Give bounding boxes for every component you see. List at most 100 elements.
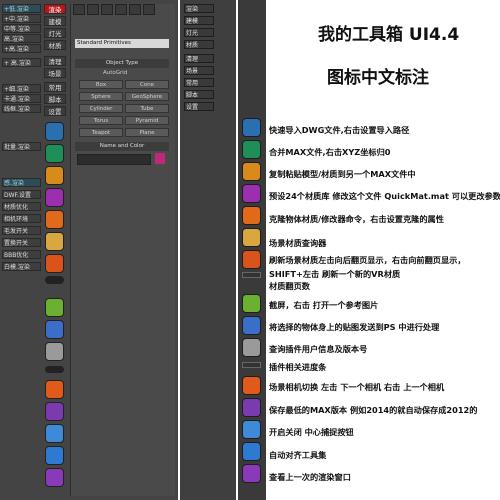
create-tab[interactable] <box>73 4 85 15</box>
center-snap-icon[interactable] <box>242 420 261 439</box>
preset-button[interactable]: 相机环境 <box>2 214 41 223</box>
motion-tab[interactable] <box>115 4 127 15</box>
clone-icon[interactable] <box>45 210 64 229</box>
desc-refresh-material: 刷新场景材质左击向后翻页显示，右击向前翻页显示， <box>269 255 466 265</box>
tab-light[interactable]: 灯光 <box>44 28 66 38</box>
save-version-icon[interactable] <box>242 398 261 417</box>
preset-button[interactable]: 材质优化 <box>2 202 41 211</box>
modify-tab[interactable] <box>87 4 99 15</box>
material-browser-icon[interactable] <box>242 228 261 247</box>
refresh-material-icon[interactable] <box>242 250 261 269</box>
preset-button[interactable]: 批量.渲染 <box>2 142 41 151</box>
page-count-field[interactable] <box>45 276 64 284</box>
display-tab[interactable] <box>129 4 141 15</box>
preset-button[interactable]: 感.渲染 <box>2 178 41 187</box>
geosphere-button[interactable]: GeoSphere <box>125 92 169 101</box>
cone-button[interactable]: Cone <box>125 80 169 89</box>
tab-script[interactable]: 脚本 <box>184 90 214 99</box>
send-to-ps-icon[interactable] <box>242 316 261 335</box>
preset-button[interactable]: + 高.渲染 <box>2 58 41 67</box>
preset-button[interactable]: 置换开关 <box>2 238 41 247</box>
plugin-info-icon[interactable] <box>45 342 64 361</box>
name-field[interactable] <box>77 154 151 165</box>
object-type-header[interactable]: Object Type <box>75 59 169 68</box>
preset-button[interactable]: 毛发开关 <box>2 226 41 235</box>
color-swatch[interactable] <box>155 153 165 164</box>
preset-button[interactable]: 卡通.渲染 <box>2 94 41 103</box>
render-window-icon[interactable] <box>242 464 261 483</box>
dwg-import-icon[interactable] <box>45 122 64 141</box>
preset-button[interactable]: 中等.渲染 <box>2 24 41 33</box>
save-version-icon[interactable] <box>45 402 64 421</box>
tab-clean[interactable]: 清理 <box>44 56 66 66</box>
tab-common[interactable]: 常用 <box>184 78 214 87</box>
align-icon[interactable] <box>45 446 64 465</box>
tab-scene[interactable]: 场景 <box>184 66 214 75</box>
preset-button[interactable]: BBB优化 <box>2 250 41 259</box>
utilities-tab[interactable] <box>143 4 155 15</box>
desc-screenshot: 截屏，右击 打开一个参考图片 <box>269 300 379 310</box>
copy-paste-icon[interactable] <box>45 166 64 185</box>
tab-script[interactable]: 脚本 <box>44 94 66 104</box>
primitive-type-dropdown[interactable]: Standard Primitives <box>75 39 169 48</box>
preset-button[interactable]: +低.渲染 <box>2 4 41 13</box>
clone-icon[interactable] <box>242 206 261 225</box>
tab-render[interactable]: 渲染 <box>44 4 66 14</box>
progress-bar <box>45 366 64 373</box>
page-title: 我的工具箱 UI4.4 <box>318 25 460 45</box>
box-button[interactable]: Box <box>79 80 123 89</box>
tab-material[interactable]: 材质 <box>184 40 214 49</box>
tab-model[interactable]: 建模 <box>184 16 214 25</box>
name-color-header[interactable]: Name and Color <box>75 142 169 151</box>
center-snap-icon[interactable] <box>45 424 64 443</box>
preset-button[interactable]: +高.渲染 <box>2 44 41 53</box>
autogrid-checkbox[interactable]: AutoGrid <box>103 70 127 76</box>
preset-button[interactable]: DWF.设置 <box>2 190 41 199</box>
render-presets-strip: +低.渲染 +中.渲染 中等.渲染 高.渲染 +高.渲染 + 高.渲染 +细.渲… <box>2 4 42 496</box>
preset-button[interactable]: 高.渲染 <box>2 34 41 43</box>
right-category-panel: 渲染 建模 灯光 材质 清理 场景 常用 脚本 设置 <box>180 0 236 500</box>
merge-max-icon[interactable] <box>242 140 261 159</box>
tab-common[interactable]: 常用 <box>44 82 66 92</box>
copy-paste-icon[interactable] <box>242 162 261 181</box>
preset-button[interactable]: +中.渲染 <box>2 14 41 23</box>
desc-send-to-ps: 将选择的物体身上的贴图发送到PS 中进行处理 <box>269 322 440 332</box>
dwg-import-icon[interactable] <box>242 118 261 137</box>
screenshot-icon[interactable] <box>45 298 64 317</box>
desc-camera-switch: 场景相机切换 左击 下一个相机 右击 上一个相机 <box>269 382 445 392</box>
tab-settings[interactable]: 设置 <box>44 106 66 116</box>
material-library-icon[interactable] <box>45 188 64 207</box>
material-browser-icon[interactable] <box>45 232 64 251</box>
align-icon[interactable] <box>242 442 261 461</box>
desc-material-library: 预设24个材质库 修改这个文件 QuickMat.mat 可以更改参数 <box>269 191 500 201</box>
page-count-field[interactable] <box>242 272 261 278</box>
plane-button[interactable]: Plane <box>125 128 169 137</box>
screenshot-icon[interactable] <box>242 294 261 313</box>
material-library-icon[interactable] <box>242 184 261 203</box>
cylinder-button[interactable]: Cylinder <box>79 104 123 113</box>
render-window-icon[interactable] <box>45 468 64 487</box>
send-to-ps-icon[interactable] <box>45 320 64 339</box>
tab-clean[interactable]: 清理 <box>184 54 214 63</box>
tab-model[interactable]: 建模 <box>44 16 66 26</box>
preset-button[interactable]: 线框.渲染 <box>2 104 41 113</box>
tab-material[interactable]: 材质 <box>44 40 66 50</box>
preset-button[interactable]: 白模.渲染 <box>2 262 41 271</box>
tube-button[interactable]: Tube <box>125 104 169 113</box>
merge-max-icon[interactable] <box>45 144 64 163</box>
preset-button[interactable]: +细.渲染 <box>2 84 41 93</box>
hierarchy-tab[interactable] <box>101 4 113 15</box>
plugin-info-icon[interactable] <box>242 338 261 357</box>
category-strip: 渲染 建模 灯光 材质 清理 场景 常用 脚本 设置 <box>44 4 66 496</box>
tab-light[interactable]: 灯光 <box>184 28 214 37</box>
camera-switch-icon[interactable] <box>45 380 64 399</box>
pyramid-button[interactable]: Pyramid <box>125 116 169 125</box>
tab-settings[interactable]: 设置 <box>184 102 214 111</box>
torus-button[interactable]: Torus <box>79 116 123 125</box>
tab-render[interactable]: 渲染 <box>184 4 214 13</box>
camera-switch-icon[interactable] <box>242 376 261 395</box>
tab-scene[interactable]: 场景 <box>44 68 66 78</box>
sphere-button[interactable]: Sphere <box>79 92 123 101</box>
refresh-material-icon[interactable] <box>45 254 64 273</box>
teapot-button[interactable]: Teapot <box>79 128 123 137</box>
